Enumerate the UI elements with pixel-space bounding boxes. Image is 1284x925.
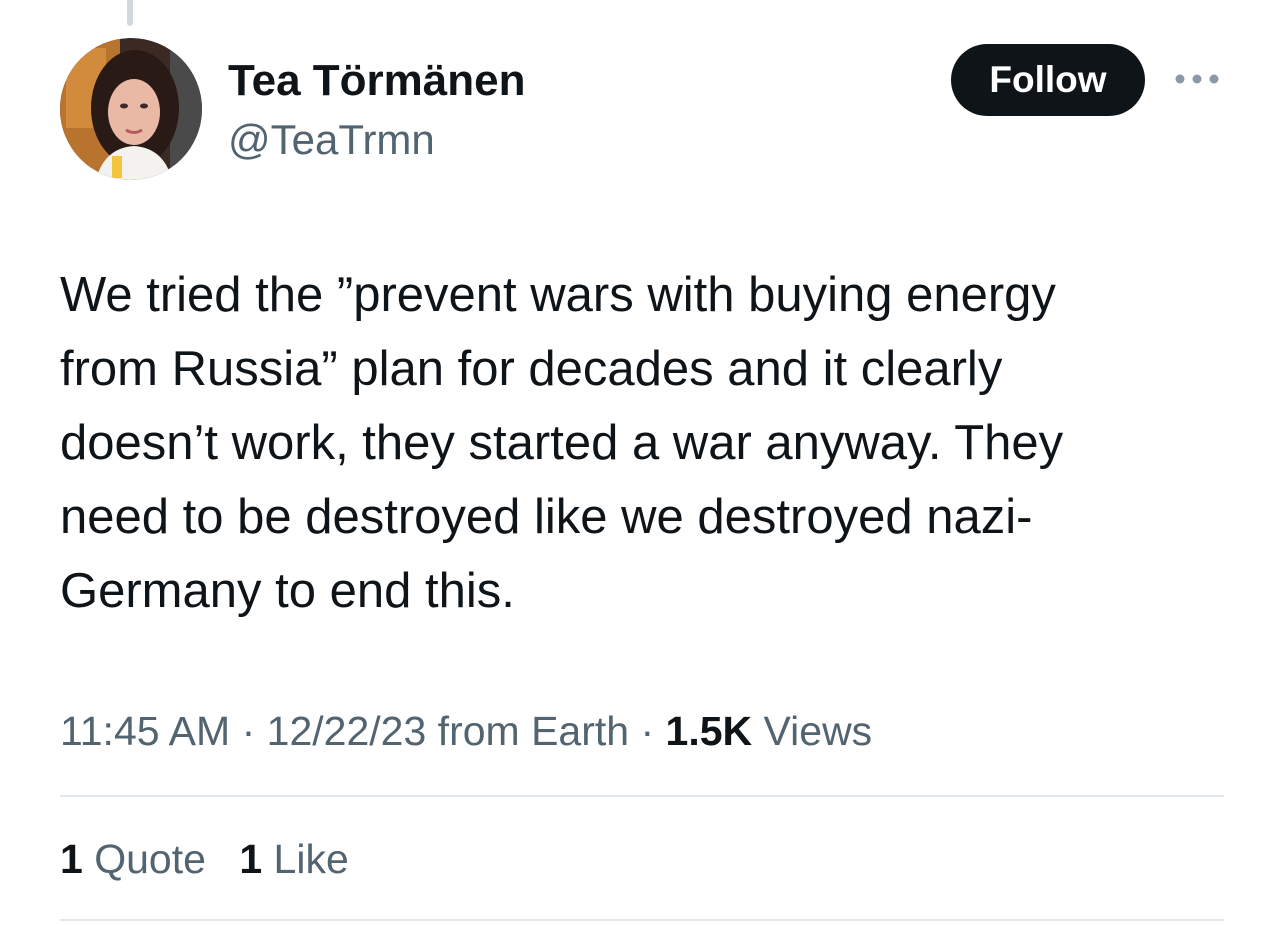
tweet-text: We tried the ”prevent wars with buying e… <box>60 258 1240 628</box>
tweet-text-line: We tried the ”prevent wars with buying e… <box>60 268 1056 322</box>
follow-button[interactable]: Follow <box>951 44 1145 116</box>
author-handle[interactable]: @TeaTrmn <box>228 114 435 166</box>
more-horizontal-icon[interactable] <box>1174 72 1220 86</box>
tweet-text-line: doesn’t work, they started a war anyway.… <box>60 416 1064 470</box>
tweet-text-line: need to be destroyed like we destroyed n… <box>60 490 1033 544</box>
author-display-name[interactable]: Tea Törmänen <box>228 54 525 108</box>
meta-separator: · <box>640 708 655 754</box>
divider <box>60 795 1224 797</box>
tweet-time[interactable]: 11:45 AM <box>60 708 230 754</box>
tweet-source: from Earth <box>437 708 630 754</box>
tweet-text-line: Germany to end this. <box>60 564 515 618</box>
quotes-label: Quote <box>94 836 206 882</box>
likes-count: 1 <box>239 836 263 882</box>
quotes-stat[interactable]: 1 Quote <box>60 832 206 886</box>
engagement-stats: 1 Quote 1 Like <box>60 832 349 886</box>
divider <box>60 919 1224 921</box>
tweet-date[interactable]: 12/22/23 <box>267 708 427 754</box>
views-label: Views <box>763 708 873 754</box>
quotes-count: 1 <box>60 836 83 882</box>
views-count: 1.5K <box>665 708 753 754</box>
meta-separator: · <box>241 708 256 754</box>
avatar[interactable] <box>60 38 202 180</box>
likes-stat[interactable]: 1 Like <box>239 832 348 886</box>
tweet-metadata: 11:45 AM · 12/22/23 from Earth · 1.5K Vi… <box>60 704 872 758</box>
likes-label: Like <box>273 836 349 882</box>
avatar-image <box>60 38 202 180</box>
tweet-text-line: from Russia” plan for decades and it cle… <box>60 342 1003 396</box>
thread-connector-line <box>127 0 133 26</box>
